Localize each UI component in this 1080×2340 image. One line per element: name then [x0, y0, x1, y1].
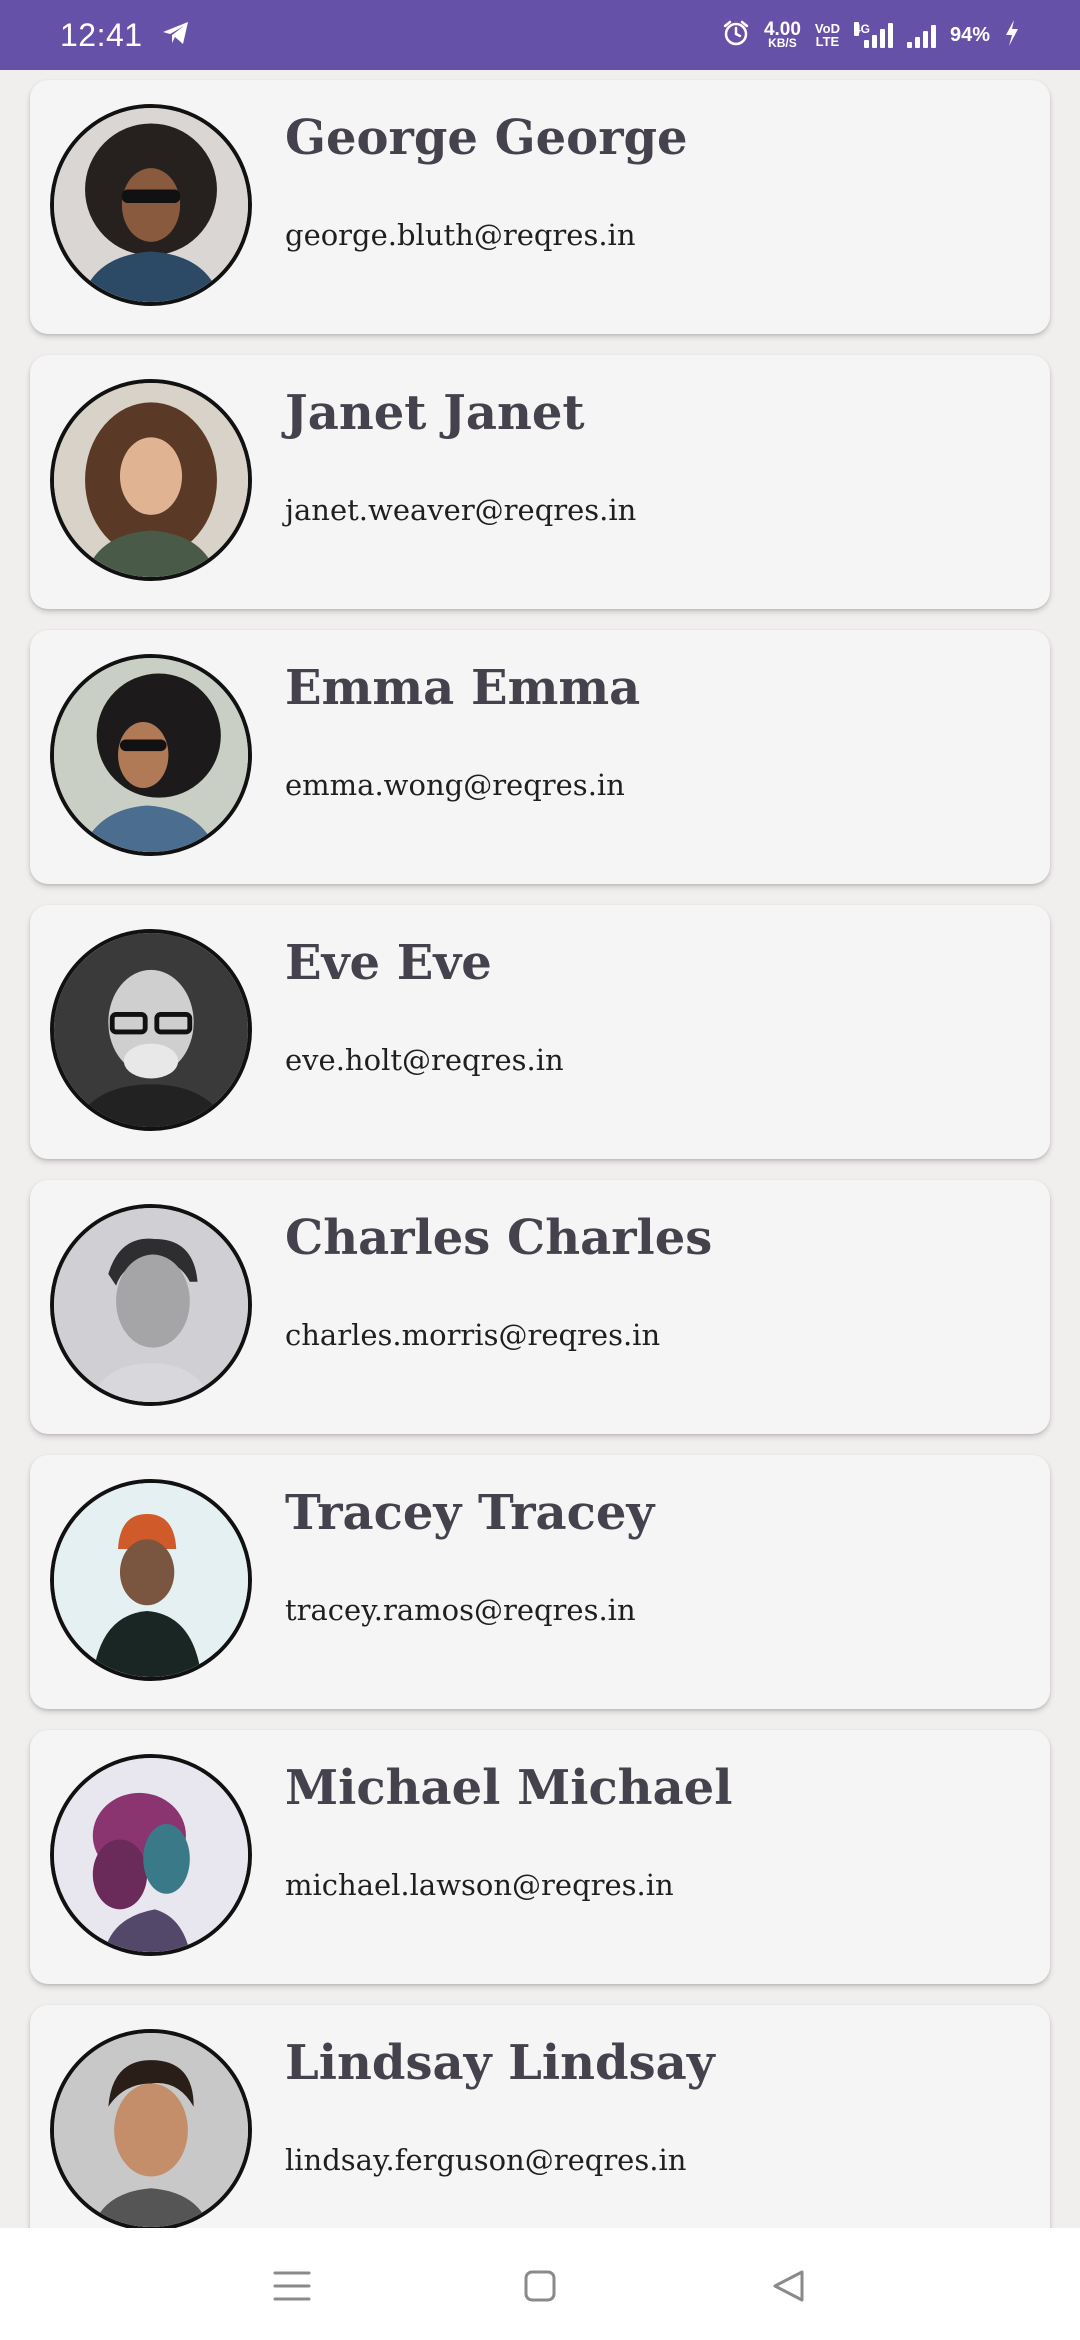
user-avatar: [50, 1754, 252, 1956]
user-card[interactable]: Eve Eve eve.holt@reqres.in: [30, 905, 1050, 1159]
user-name: Tracey Tracey: [285, 1485, 655, 1541]
alarm-icon: [722, 19, 750, 51]
user-card[interactable]: George George george.bluth@reqres.in: [30, 80, 1050, 334]
net-speed: 4.00 KB/S: [764, 20, 801, 51]
user-avatar: [50, 104, 252, 306]
user-avatar: [50, 654, 252, 856]
user-list[interactable]: George George george.bluth@reqres.in Jan…: [0, 70, 1080, 2228]
user-card[interactable]: Michael Michael michael.lawson@reqres.in: [30, 1730, 1050, 1984]
user-name: Janet Janet: [285, 385, 585, 441]
user-email: eve.holt@reqres.in: [285, 1043, 564, 1077]
user-email: george.bluth@reqres.in: [285, 218, 636, 252]
home-icon[interactable]: [510, 2256, 570, 2316]
user-email: emma.wong@reqres.in: [285, 768, 625, 802]
volte-bottom: LTE: [815, 34, 840, 49]
user-email: tracey.ramos@reqres.in: [285, 1593, 636, 1627]
back-icon[interactable]: [758, 2256, 818, 2316]
status-left: 12:41: [60, 17, 191, 54]
user-avatar: [50, 1479, 252, 1681]
user-email: michael.lawson@reqres.in: [285, 1868, 674, 1902]
user-card[interactable]: Tracey Tracey tracey.ramos@reqres.in: [30, 1455, 1050, 1709]
charging-icon: [1004, 19, 1020, 51]
status-bar: 12:41 4.00 KB/S VoD LTE 4G 94%: [0, 0, 1080, 70]
user-card[interactable]: Emma Emma emma.wong@reqres.in: [30, 630, 1050, 884]
volte-indicator: VoD LTE: [815, 22, 840, 48]
user-card[interactable]: Lindsay Lindsay lindsay.ferguson@reqres.…: [30, 2005, 1050, 2228]
user-avatar: [50, 1204, 252, 1406]
user-name: Lindsay Lindsay: [285, 2035, 715, 2091]
network-type: 4G: [853, 22, 870, 36]
status-right: 4.00 KB/S VoD LTE 4G 94%: [722, 19, 1020, 51]
user-email: janet.weaver@reqres.in: [285, 493, 637, 527]
user-card[interactable]: Charles Charles charles.morris@reqres.in: [30, 1180, 1050, 1434]
user-avatar: [50, 929, 252, 1131]
signal-icon: 4G: [853, 22, 893, 48]
telegram-icon: [161, 20, 191, 50]
battery-level: 94%: [949, 23, 990, 46]
user-email: charles.morris@reqres.in: [285, 1318, 661, 1352]
user-avatar: [50, 2029, 252, 2228]
user-avatar: [50, 379, 252, 581]
net-speed-unit: KB/S: [768, 36, 797, 51]
user-name: Emma Emma: [285, 660, 641, 716]
navigation-bar: [0, 2228, 1080, 2340]
menu-icon[interactable]: [262, 2256, 322, 2316]
signal-icon: [906, 22, 936, 48]
user-name: Eve Eve: [285, 935, 492, 991]
user-name: Michael Michael: [285, 1760, 733, 1816]
user-card[interactable]: Janet Janet janet.weaver@reqres.in: [30, 355, 1050, 609]
user-name: Charles Charles: [285, 1210, 713, 1266]
status-time: 12:41: [60, 16, 143, 53]
user-name: George George: [285, 110, 688, 166]
user-email: lindsay.ferguson@reqres.in: [285, 2143, 687, 2177]
